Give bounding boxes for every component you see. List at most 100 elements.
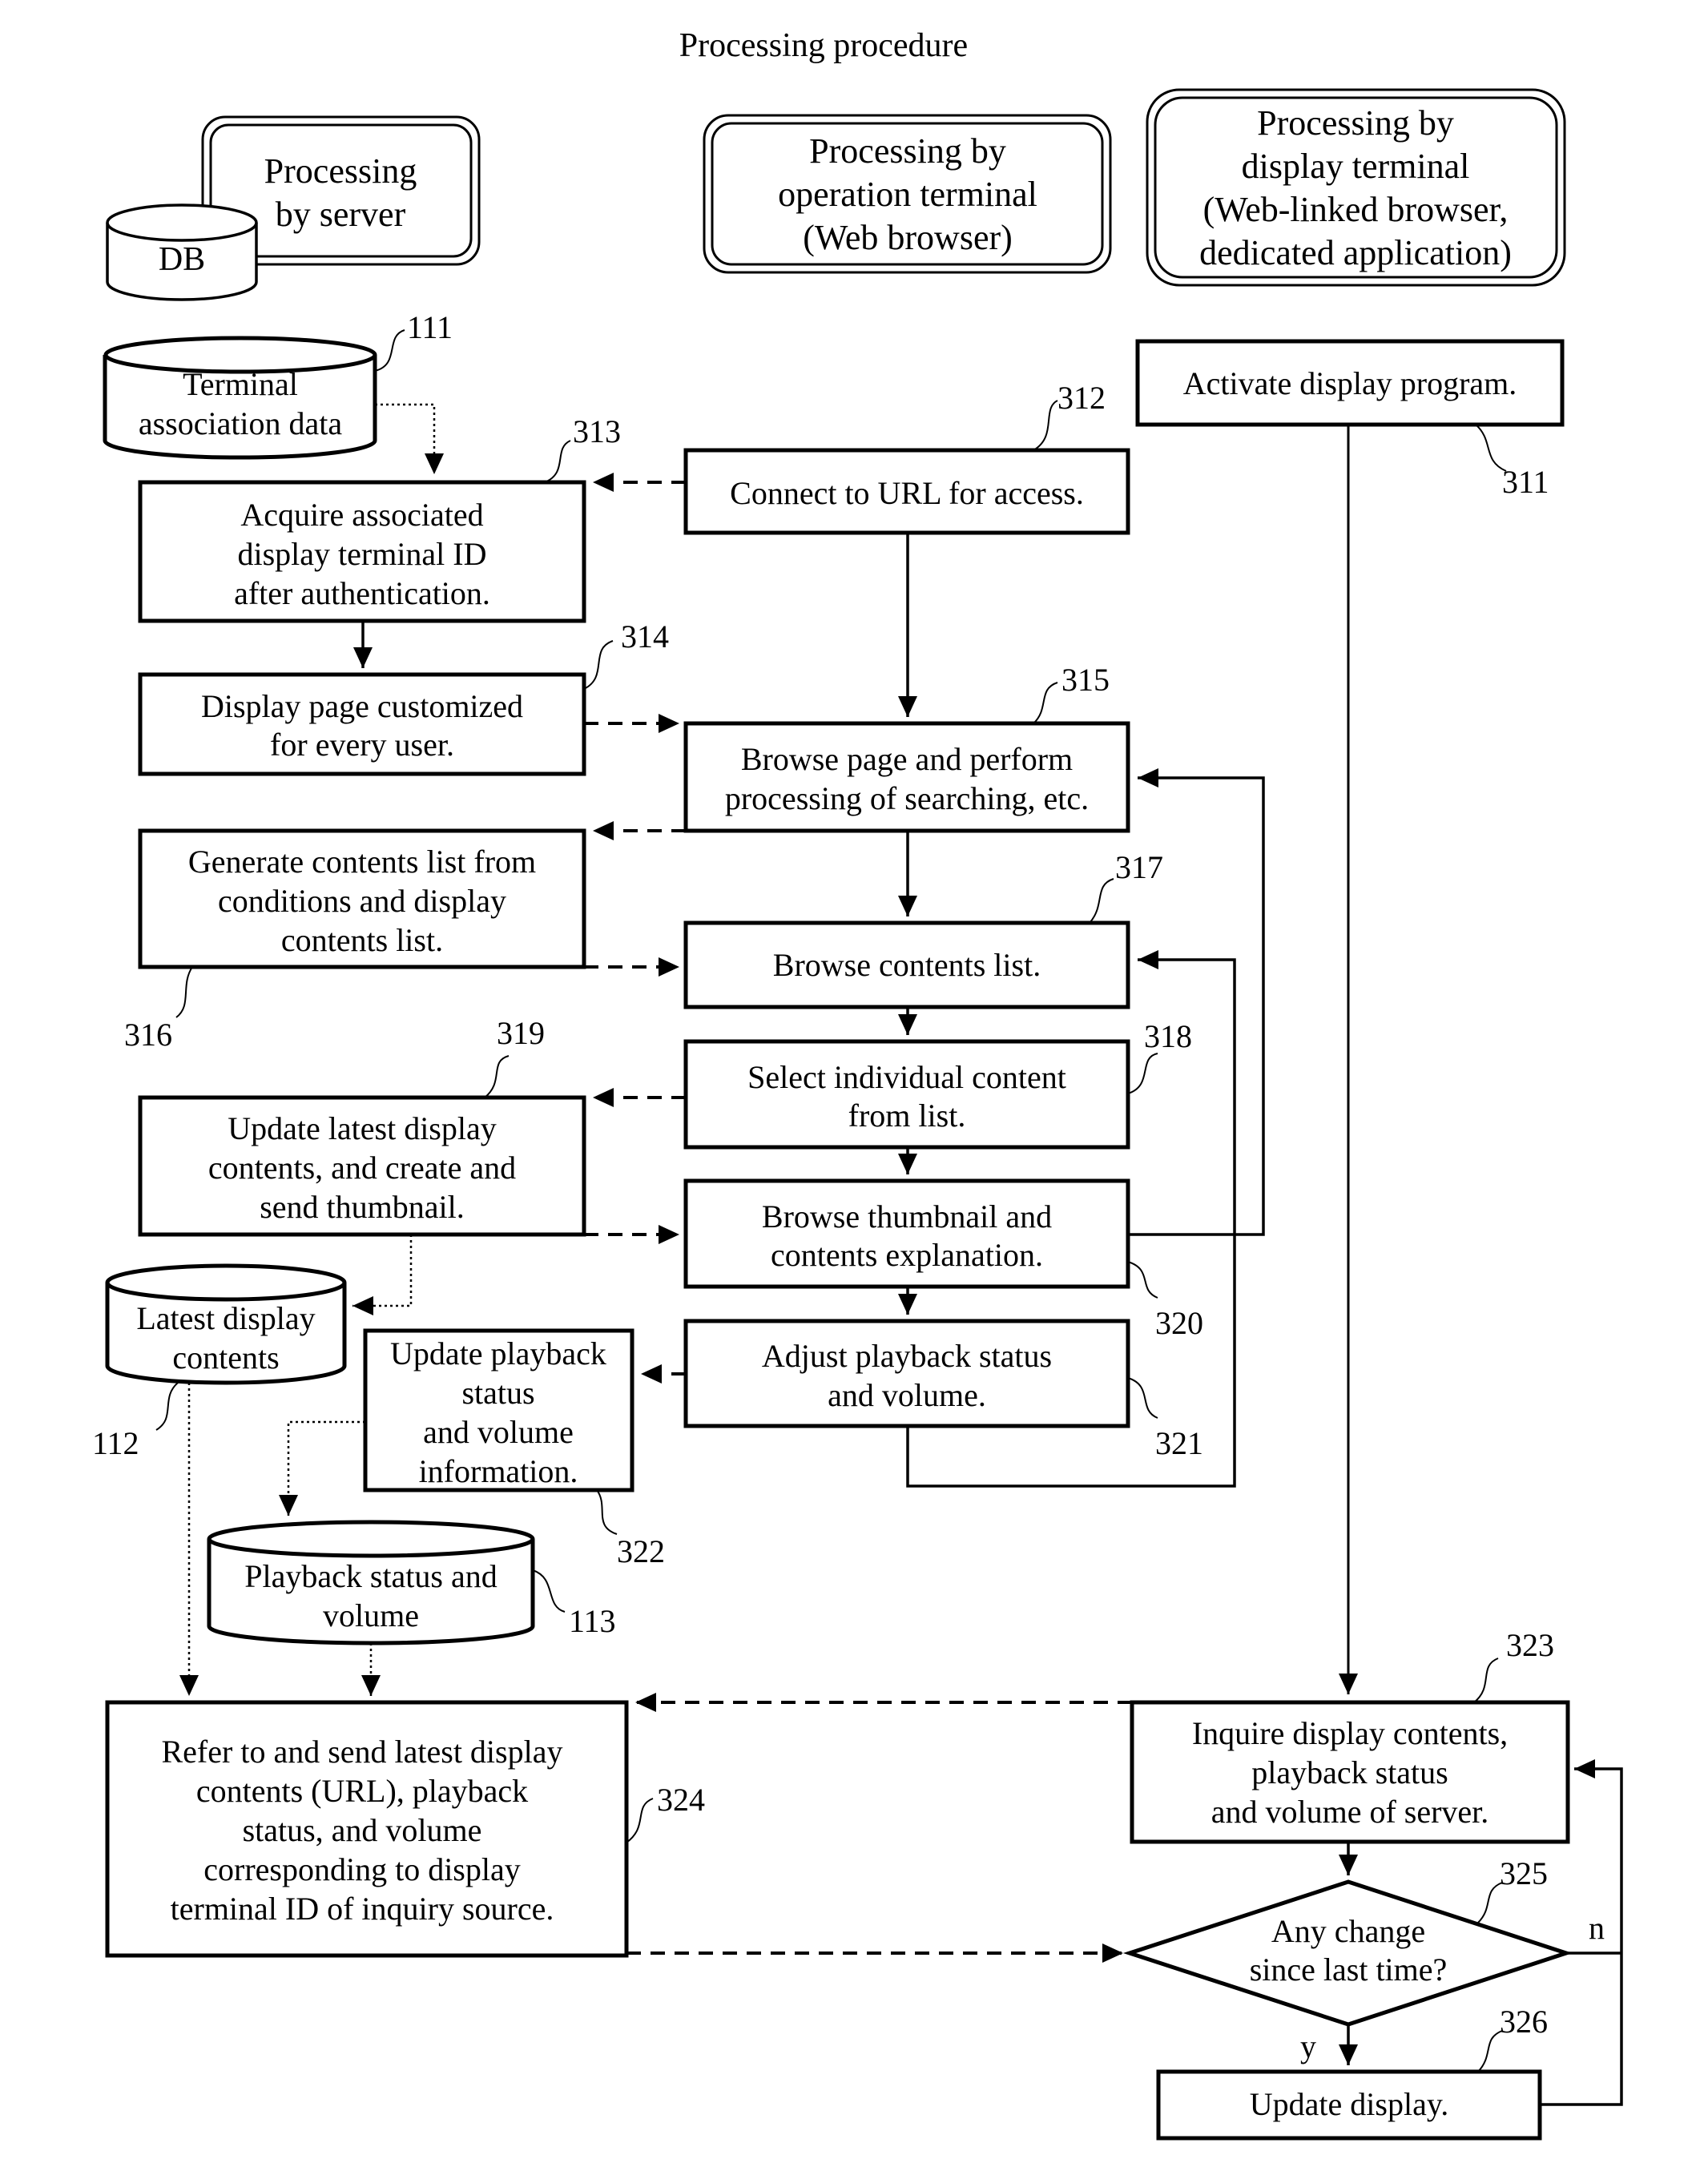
step-316-text: conditions and display bbox=[218, 883, 506, 919]
db-112-line: Latest display bbox=[136, 1300, 315, 1336]
flowchart: Processing procedure Processing by serve… bbox=[92, 27, 1623, 2141]
step-326: Update display. bbox=[1156, 2069, 1542, 2141]
step-315-text: processing of searching, etc. bbox=[725, 780, 1089, 816]
lane-display-line: display terminal bbox=[1242, 147, 1470, 186]
step-316-text: contents list. bbox=[281, 922, 443, 958]
step-320-text: Browse thumbnail and bbox=[762, 1198, 1052, 1235]
step-319-text: Update latest display bbox=[228, 1110, 496, 1146]
leader-113 bbox=[532, 1569, 566, 1613]
step-314-text: for every user. bbox=[270, 727, 454, 763]
database-113: Playback status and volume bbox=[207, 1520, 535, 1645]
step-323-text: and volume of server. bbox=[1211, 1794, 1489, 1830]
decision-yes-label: y bbox=[1300, 2028, 1316, 2064]
decision-no-label: n bbox=[1589, 1910, 1605, 1946]
ref-322: 322 bbox=[617, 1533, 665, 1569]
step-324-text: corresponding to display bbox=[203, 1851, 521, 1887]
db-113-line: Playback status and bbox=[244, 1558, 497, 1594]
step-311-text: Activate display program. bbox=[1183, 365, 1517, 401]
lane-server-line: Processing bbox=[264, 151, 417, 191]
lane-operation-line: Processing by bbox=[809, 131, 1006, 171]
step-320: Browse thumbnail and contents explanatio… bbox=[683, 1178, 1130, 1289]
step-319-text: contents, and create and bbox=[208, 1150, 516, 1186]
leader-325 bbox=[1477, 1882, 1503, 1923]
lane-display-line: (Web-linked browser, bbox=[1203, 190, 1509, 229]
step-312: Connect to URL for access. bbox=[683, 448, 1130, 535]
step-313-text: after authentication. bbox=[234, 575, 490, 611]
step-322: Update playback status and volume inform… bbox=[363, 1328, 634, 1492]
leader-312 bbox=[1033, 400, 1058, 451]
step-318-text: Select individual content bbox=[747, 1059, 1066, 1095]
dotted-arrow-111-to-313 bbox=[375, 403, 444, 474]
step-321-text: and volume. bbox=[828, 1377, 986, 1413]
ref-319: 319 bbox=[497, 1015, 545, 1051]
lane-operation-line: operation terminal bbox=[778, 175, 1037, 214]
step-326-text: Update display. bbox=[1250, 2086, 1448, 2122]
lane-display-line: Processing by bbox=[1257, 103, 1454, 143]
lane-header-display: Processing by display terminal (Web-link… bbox=[1146, 88, 1566, 287]
dotted-arrow-322-to-113 bbox=[279, 1420, 365, 1516]
step-322-text: status bbox=[461, 1375, 534, 1411]
step-323: Inquire display contents, playback statu… bbox=[1130, 1700, 1570, 1844]
lane-display-line: dedicated application) bbox=[1199, 233, 1512, 272]
dotted-arrow-319-to-112 bbox=[352, 1235, 413, 1315]
step-317: Browse contents list. bbox=[683, 920, 1130, 1009]
step-324-text: contents (URL), playback bbox=[196, 1773, 528, 1809]
diagram-title: Processing procedure bbox=[679, 27, 968, 64]
db-icon: DB bbox=[106, 203, 258, 301]
step-315: Browse page and perform processing of se… bbox=[683, 721, 1130, 833]
step-322-text: and volume bbox=[423, 1414, 574, 1450]
step-324-text: Refer to and send latest display bbox=[162, 1734, 563, 1770]
step-323-text: Inquire display contents, bbox=[1192, 1715, 1508, 1751]
step-323-text: playback status bbox=[1251, 1754, 1448, 1790]
lane-operation-line: (Web browser) bbox=[803, 218, 1013, 257]
leader-324 bbox=[626, 1798, 654, 1843]
leader-314 bbox=[583, 640, 614, 690]
ref-315: 315 bbox=[1061, 662, 1110, 698]
ref-111: 111 bbox=[407, 309, 453, 345]
leader-111 bbox=[374, 329, 405, 372]
step-314-text: Display page customized bbox=[201, 688, 523, 724]
step-314: Display page customized for every user. bbox=[138, 672, 586, 776]
leader-320 bbox=[1127, 1261, 1158, 1299]
ref-314: 314 bbox=[621, 618, 669, 655]
step-319-text: send thumbnail. bbox=[260, 1189, 465, 1225]
step-321: Adjust playback status and volume. bbox=[683, 1319, 1130, 1428]
decision-325-text: since last time? bbox=[1250, 1952, 1448, 1988]
lane-header-operation: Processing by operation terminal (Web br… bbox=[703, 114, 1112, 274]
step-319: Update latest display contents, and crea… bbox=[138, 1095, 586, 1237]
step-318: Select individual content from list. bbox=[683, 1039, 1130, 1150]
ref-320: 320 bbox=[1155, 1305, 1203, 1341]
step-320-text: contents explanation. bbox=[771, 1237, 1043, 1273]
step-321-text: Adjust playback status bbox=[762, 1338, 1052, 1374]
ref-311: 311 bbox=[1502, 464, 1549, 500]
ref-312: 312 bbox=[1057, 380, 1106, 416]
step-324-text: status, and volume bbox=[243, 1812, 482, 1848]
leader-316 bbox=[175, 966, 193, 1018]
leader-326 bbox=[1477, 2030, 1503, 2072]
ref-318: 318 bbox=[1144, 1018, 1192, 1054]
database-111: Terminal association data bbox=[103, 336, 377, 460]
step-313-text: display terminal ID bbox=[237, 536, 486, 572]
loop-arrow-320-to-315 bbox=[1128, 768, 1265, 1236]
ref-112: 112 bbox=[92, 1425, 139, 1461]
ref-317: 317 bbox=[1115, 849, 1163, 885]
step-315-text: Browse page and perform bbox=[741, 741, 1073, 777]
step-313-text: Acquire associated bbox=[240, 497, 483, 533]
ref-316: 316 bbox=[124, 1017, 172, 1053]
ref-324: 324 bbox=[657, 1782, 705, 1818]
leader-322 bbox=[596, 1489, 618, 1535]
db-111-line: Terminal bbox=[183, 366, 298, 402]
ref-325: 325 bbox=[1500, 1855, 1548, 1891]
leader-112 bbox=[155, 1382, 179, 1431]
leader-317 bbox=[1089, 878, 1114, 924]
step-316: Generate contents list from conditions a… bbox=[138, 828, 586, 969]
ref-326: 326 bbox=[1500, 2004, 1548, 2040]
step-317-text: Browse contents list. bbox=[773, 947, 1041, 983]
lane-header-server: Processing by server DB bbox=[106, 115, 481, 301]
step-322-text: Update playback bbox=[390, 1335, 606, 1371]
db-113-line: volume bbox=[323, 1597, 419, 1633]
ref-321: 321 bbox=[1155, 1425, 1203, 1461]
step-313: Acquire associated display terminal ID a… bbox=[138, 480, 586, 623]
step-318-text: from list. bbox=[848, 1098, 966, 1134]
leader-313 bbox=[544, 440, 571, 483]
